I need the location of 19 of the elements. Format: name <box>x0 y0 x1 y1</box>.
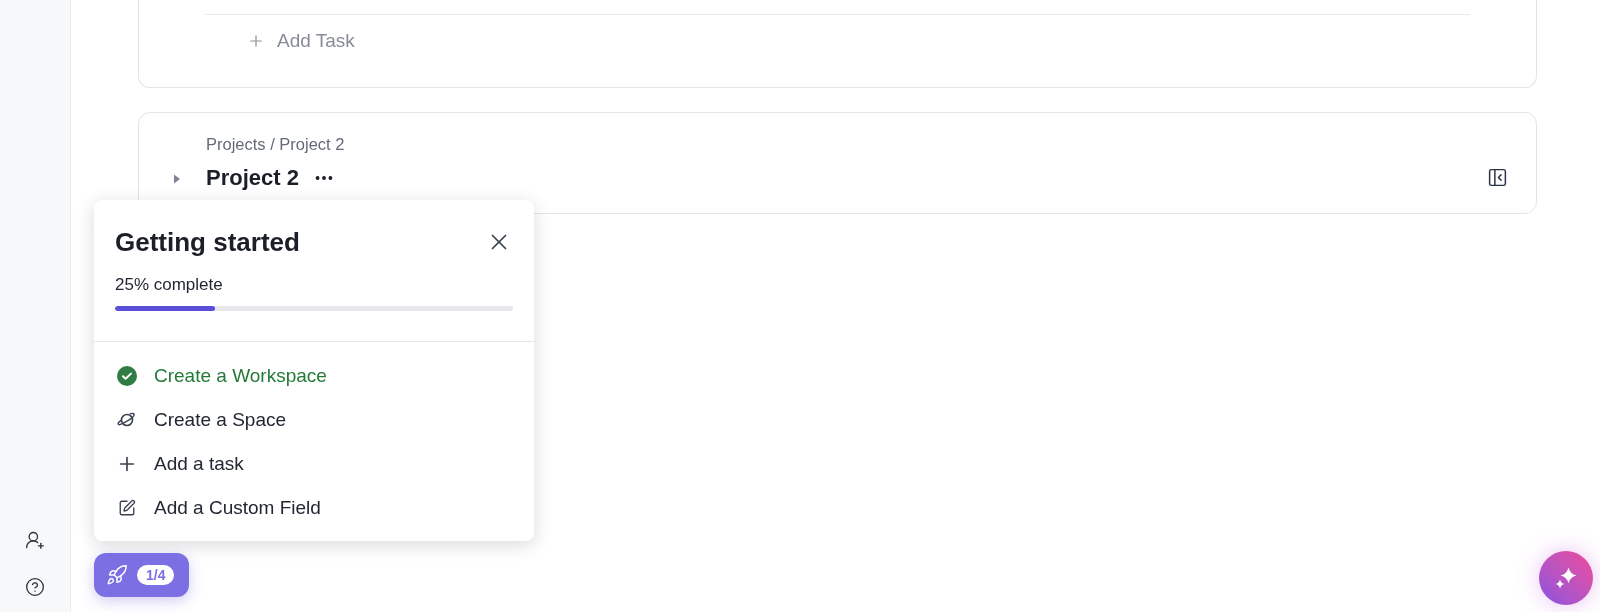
sparkles-icon <box>1555 567 1577 589</box>
edit-icon <box>118 499 136 517</box>
rocket-icon <box>106 564 128 586</box>
add-task-button[interactable]: Add Task <box>277 26 355 56</box>
checklist-item[interactable]: Create a Workspace <box>115 354 513 398</box>
add-user-icon[interactable] <box>25 530 45 550</box>
ai-assistant-button[interactable] <box>1539 551 1593 605</box>
panel-toggle-icon[interactable] <box>1487 167 1508 188</box>
checklist-item[interactable]: Create a Space <box>115 398 513 442</box>
onboarding-launcher-button[interactable]: 1/4 <box>94 553 189 597</box>
expand-caret-icon[interactable] <box>172 174 182 184</box>
checklist-item[interactable]: Add a task <box>115 442 513 486</box>
popover-title: Getting started <box>115 226 300 258</box>
progress-label: 25% complete <box>115 275 224 295</box>
project-title: Project 2 <box>206 164 299 192</box>
help-icon[interactable] <box>25 577 45 597</box>
breadcrumb[interactable]: Projects / Project 2 <box>206 133 345 155</box>
progress-count-badge: 1/4 <box>137 565 175 585</box>
checklist-item[interactable]: Add a Custom Field <box>115 486 513 530</box>
